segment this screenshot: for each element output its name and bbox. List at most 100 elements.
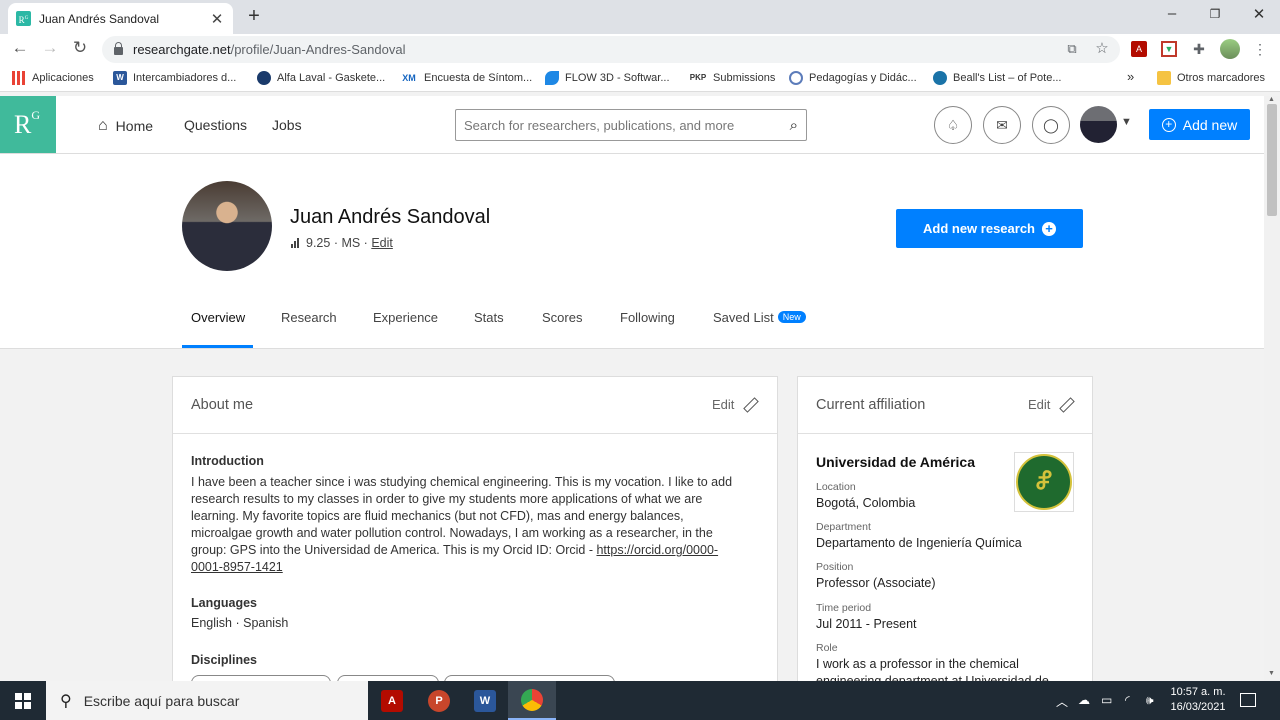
taskbar-chrome[interactable] [508,681,556,720]
battery-icon[interactable]: ▭ [1101,693,1112,707]
avatar[interactable] [1080,106,1117,143]
folder-icon [1157,71,1171,85]
new-tab-button[interactable]: + [244,5,264,28]
edit-about-button[interactable]: Edit [712,397,755,412]
extensions-puzzle-icon[interactable]: ✚ [1191,41,1207,57]
search-icon: ⚲ [60,692,72,710]
bookmark-label: Encuesta de Síntom... [424,72,533,84]
volume-icon[interactable]: 🕪 [1146,693,1154,708]
bookmark-item[interactable]: PKP Submissions [689,71,776,85]
tab-saved-list-label: Saved List [713,310,774,325]
chat-bubble-icon: ◯ [1043,116,1059,133]
bookmarks-more-button[interactable]: » [1127,69,1134,84]
intro-line: I have been a teacher since i was studyi… [191,475,733,489]
restore-button[interactable]: ❐ [1205,7,1225,21]
bookmark-item[interactable]: FLOW 3D - Softwar... [545,71,670,85]
nav-home[interactable]: ⌂ Home [98,117,153,135]
chrome-menu-icon[interactable]: ⋮ [1252,41,1268,57]
edit-affiliation-button[interactable]: Edit [1028,397,1071,412]
onedrive-cloud-icon[interactable]: ☁ [1078,693,1090,707]
add-new-research-button[interactable]: Add new research + [896,209,1083,248]
tab-experience[interactable]: Experience [373,310,438,325]
chat-button[interactable]: ◯ [1032,106,1070,144]
tab-close-icon[interactable]: ✕ [209,10,225,28]
forward-icon[interactable]: → [39,38,61,58]
orcid-link[interactable]: 0001-8957-1421 [191,560,283,574]
tab-following[interactable]: Following [620,310,675,325]
role-line: I work as a professor in the chemical [816,657,1019,671]
bookmark-item[interactable]: W Intercambiadores d... [113,71,236,85]
bookmark-label: Alfa Laval - Gaskete... [277,72,386,84]
tab-overview[interactable]: Overview [191,310,245,325]
edit-profile-link[interactable]: Edit [371,236,393,250]
show-hidden-icons[interactable]: ︿ [1056,693,1068,710]
bookmark-label: Intercambiadores d... [133,72,237,84]
bookmark-star-icon[interactable]: ☆ [1094,41,1110,57]
notifications-icon[interactable] [1240,693,1256,707]
translate-icon[interactable]: ⧉ [1064,41,1080,57]
page-scrollbar[interactable]: ▲ ▼ [1264,96,1280,681]
bookmark-item[interactable]: Pedagogías y Didác... [789,71,917,85]
nav-questions[interactable]: Questions [184,117,247,133]
tab-scores[interactable]: Scores [542,310,582,325]
card-header: Current affiliation Edit [798,377,1092,434]
add-new-button[interactable]: + Add new [1149,109,1250,140]
bookmark-label: Beall's List – of Pote... [953,72,1062,84]
logo-sup: G [31,108,41,123]
system-clock[interactable]: 10:57 a. m. 16/03/2021 [1165,685,1231,715]
location-label: Location [816,481,856,493]
extension-icon[interactable]: ▼ [1161,41,1177,57]
bookmark-other-folder[interactable]: Otros marcadores [1157,71,1265,85]
browser-tab[interactable]: RG Juan Andrés Sandoval ✕ [8,3,233,34]
bookmark-item[interactable]: Beall's List – of Pote... [933,71,1062,85]
scroll-down-icon[interactable]: ▼ [1268,670,1275,677]
researchgate-logo[interactable]: RG [0,96,56,153]
institution-name[interactable]: Universidad de América [816,454,975,470]
windows-taskbar: ⚲ Escribe aquí para buscar A P W ︿ ☁ ▭ ◜… [0,681,1280,720]
clock-time: 10:57 a. m. [1170,686,1226,698]
profile-avatar-icon[interactable] [1220,39,1240,59]
start-button[interactable] [0,681,46,720]
messages-button[interactable]: ✉ [983,106,1021,144]
position-label: Position [816,561,854,573]
scrollbar-thumb[interactable] [1267,104,1277,216]
bookmark-item[interactable]: XM Encuesta de Síntom... [400,71,532,85]
languages-text: English · Spanish [191,616,289,630]
bookmark-item[interactable]: Alfa Laval - Gaskete... [257,71,385,85]
search-icon[interactable]: ⌕ [790,117,798,134]
bookmark-label: Pedagogías y Didác... [809,72,917,84]
taskbar-search-input[interactable]: ⚲ Escribe aquí para buscar [46,681,368,720]
score-bars-icon [291,238,300,248]
orcid-link[interactable]: https://orcid.org/0000- [596,543,718,557]
rg-header: RG ⌂ Home Questions Jobs Search for rese… [0,96,1264,154]
acrobat-extension-icon[interactable]: A [1131,41,1147,57]
minimize-button[interactable]: – [1162,5,1182,22]
bookmark-apps[interactable]: Aplicaciones [12,71,94,85]
tab-stats[interactable]: Stats [474,310,504,325]
window-close-button[interactable]: ✕ [1249,5,1269,23]
url-path: /profile/Juan-Andres-Sandoval [230,42,406,57]
time-period-label: Time period [816,602,872,614]
address-bar[interactable]: researchgate.net /profile/Juan-Andres-Sa… [102,36,1120,63]
taskbar-powerpoint[interactable]: P [415,681,463,720]
tab-research[interactable]: Research [281,310,337,325]
tab-saved-list[interactable]: Saved List New [713,310,806,325]
scroll-up-icon[interactable]: ▲ [1268,96,1275,103]
word-icon: W [113,71,127,85]
reload-icon[interactable]: ↻ [69,38,91,58]
wifi-icon[interactable]: ◜ [1125,693,1130,707]
search-input[interactable]: Search for researchers, publications, an… [455,109,807,141]
taskbar-word[interactable]: W [461,681,509,720]
profile-photo[interactable] [182,181,272,271]
powerpoint-icon: P [428,689,450,712]
notifications-button[interactable]: ♤ [934,106,972,144]
taskbar-acrobat[interactable]: A [368,681,416,720]
time-period-value: Jul 2011 - Present [816,617,917,631]
windows-logo-icon [15,692,31,709]
nav-jobs[interactable]: Jobs [272,117,302,133]
separator: · [330,236,342,250]
intro-line: group: GPS into the Universidad de Ameri… [191,543,597,557]
chevron-down-icon[interactable]: ▼ [1121,116,1132,128]
back-icon[interactable]: ← [9,38,31,58]
institution-logo[interactable]: Ⴥ [1014,452,1074,512]
